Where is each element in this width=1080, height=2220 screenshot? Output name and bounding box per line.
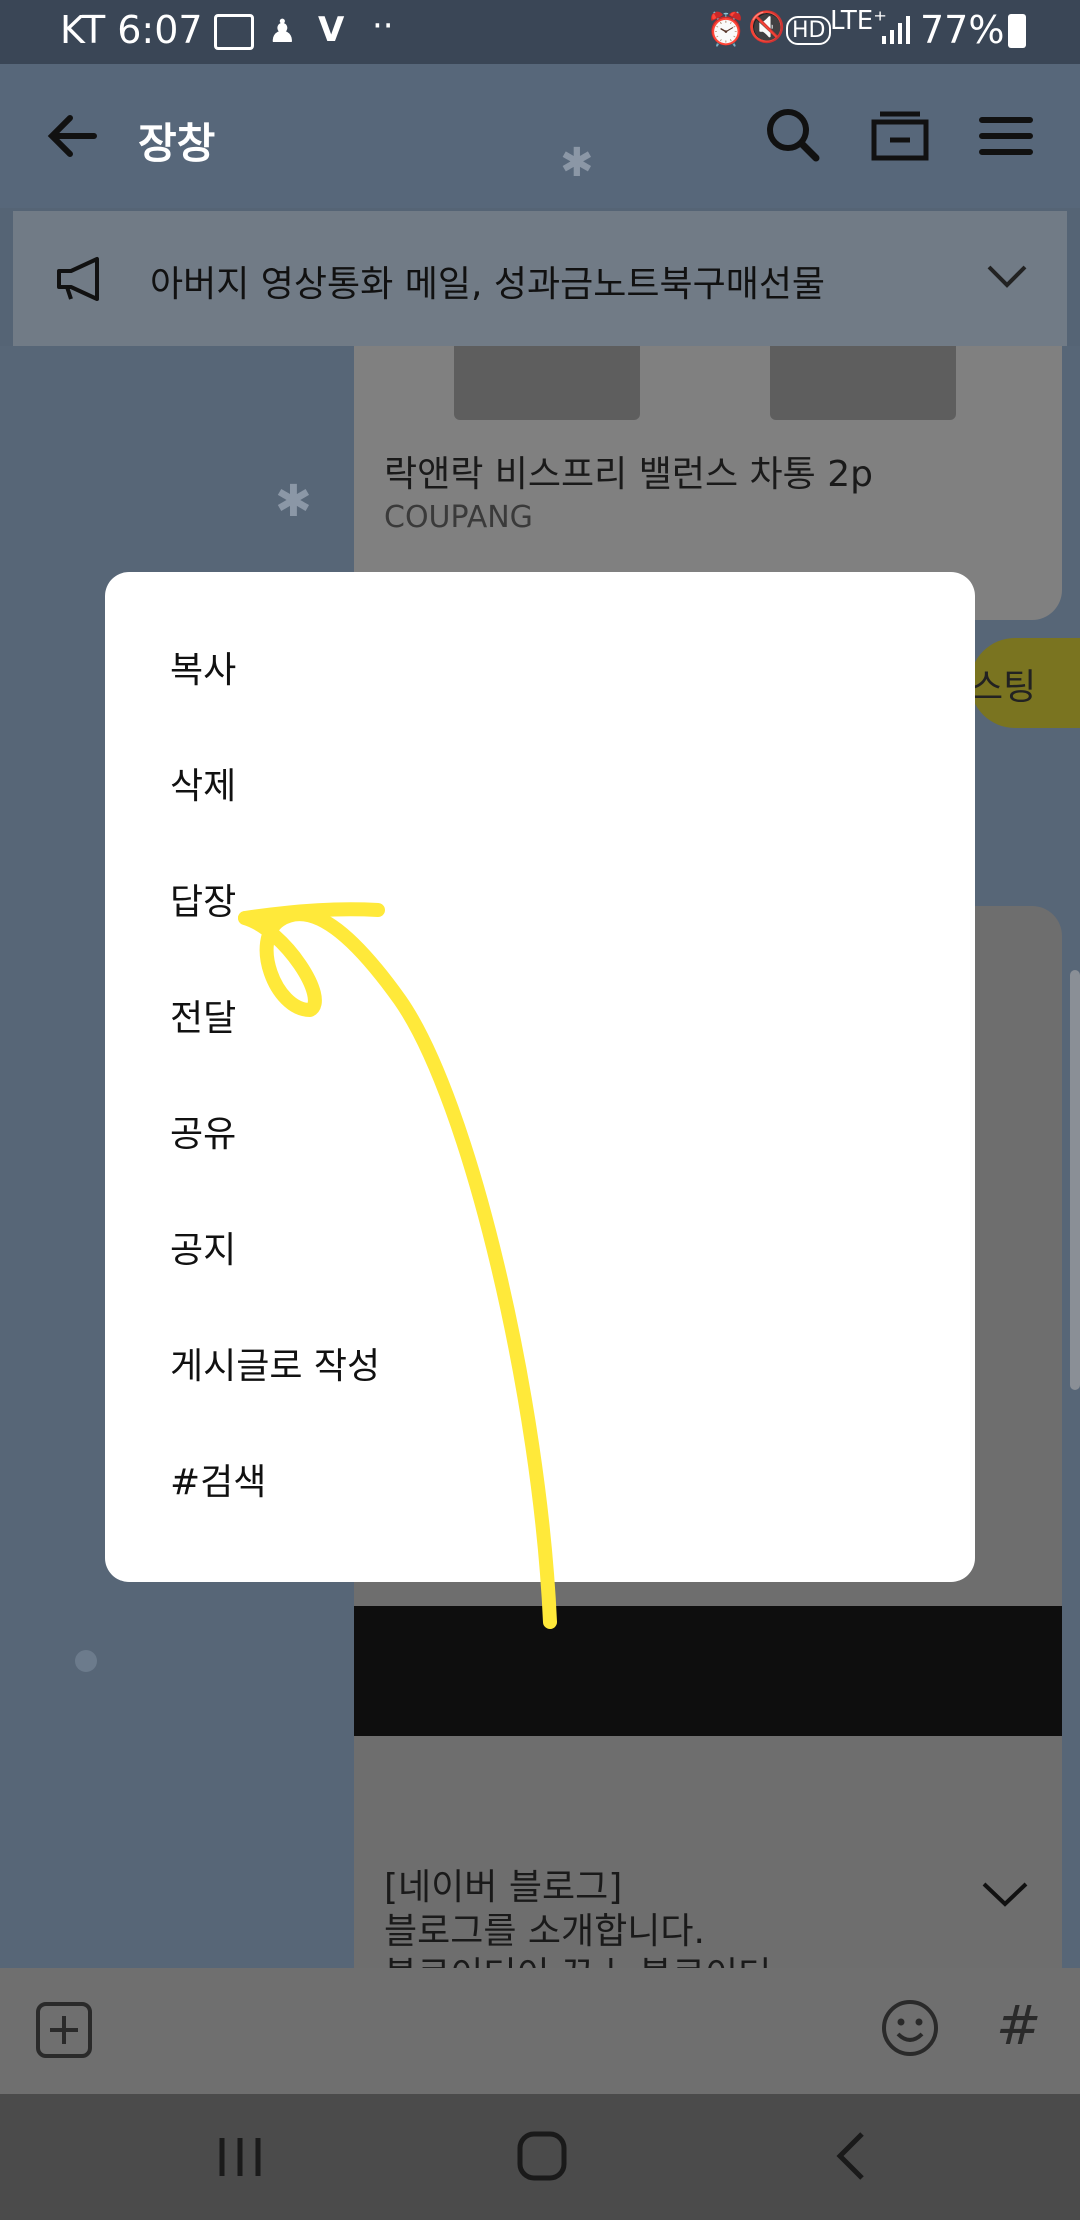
battery-icon: [1008, 14, 1026, 48]
alarm-icon: ⏰: [706, 10, 746, 48]
search-icon: [767, 109, 820, 162]
megaphone-icon: [53, 255, 109, 307]
link-title: 락앤락 비스프리 밸런스 차통 2p: [384, 454, 873, 495]
blog-caption: [네이버 블로그] 블로그를 소개합니다. 블로이더이 꾸ㅣ 블로이더: [384, 1866, 771, 1974]
hd-badge: HD: [786, 16, 832, 45]
emoticon-button[interactable]: [880, 1998, 940, 2062]
message-context-menu: 복사 삭제 답장 전달 공유 공지 게시글로 작성 #검색: [105, 572, 975, 1582]
blog-photo: [354, 1606, 1062, 1736]
notice-banner[interactable]: 아버지 영상통화 메일, 성과금노트북구매선물: [13, 211, 1067, 346]
menu-item-forward[interactable]: 전달: [170, 964, 870, 1074]
message-text: 스팅: [970, 667, 1037, 708]
carrier-time: KT 6:07: [60, 8, 203, 52]
menu-item-share[interactable]: 공유: [170, 1080, 870, 1190]
back-chevron-icon: [836, 2132, 864, 2180]
message-input-bar: #: [0, 1968, 1080, 2094]
snow-dot-decor: [75, 1650, 97, 1672]
drawer-button[interactable]: [860, 96, 940, 176]
mute-icon: 🔇: [748, 10, 786, 45]
system-nav-bar: [0, 2094, 1080, 2220]
snowflake-decor-icon: ✱: [560, 140, 594, 186]
chat-title: 장창: [138, 119, 216, 168]
menu-item-post[interactable]: 게시글로 작성: [170, 1312, 870, 1422]
menu-item-copy[interactable]: 복사: [170, 616, 870, 726]
scrollbar[interactable]: [1070, 970, 1080, 1390]
v-app-notification-icon: V: [318, 10, 345, 50]
expand-button[interactable]: [980, 1880, 1030, 1914]
chevron-down-icon: [987, 265, 1027, 288]
snowflake-decor-icon: ✱: [275, 476, 312, 527]
signal-icon: [880, 14, 912, 50]
notice-expand-button[interactable]: [985, 263, 1029, 293]
image-notification-icon: [214, 14, 254, 50]
hashtag-search-button[interactable]: #: [996, 1994, 1041, 2057]
menu-item-delete[interactable]: 삭제: [170, 732, 870, 842]
emoji-icon: [882, 2000, 938, 2056]
home-icon: [517, 2131, 567, 2181]
recent-apps-button[interactable]: [210, 2132, 270, 2186]
attach-button[interactable]: [34, 2000, 94, 2064]
network-type: LTE⁺: [830, 6, 887, 36]
link-source: COUPANG: [384, 500, 533, 535]
home-button[interactable]: [514, 2128, 570, 2188]
back-arrow-icon: [47, 115, 97, 157]
blog-caption-line2: 블로그를 소개합니다.: [384, 1911, 705, 1952]
battery-percent: 77%: [920, 8, 1005, 52]
search-button[interactable]: [754, 96, 834, 176]
back-nav-button[interactable]: [824, 2128, 880, 2188]
recent-apps-icon: [219, 2138, 261, 2176]
drawer-icon: [871, 111, 929, 161]
menu-item-notice[interactable]: 공지: [170, 1196, 870, 1306]
chevron-down-icon: [982, 1882, 1028, 1907]
chat-header: 장창: [0, 64, 1080, 208]
blog-caption-line1: [네이버 블로그]: [384, 1867, 623, 1908]
notice-text: 아버지 영상통화 메일, 성과금노트북구매선물: [150, 264, 826, 305]
my-message-bubble[interactable]: 스팅: [970, 638, 1080, 728]
status-bar: KT 6:07 ♟ V ·· ⏰ 🔇 HD LTE⁺ 77%: [0, 0, 1080, 64]
menu-item-hashtag-search[interactable]: #검색: [170, 1428, 870, 1538]
app-notification-icon: ♟: [268, 12, 297, 50]
more-notifications-icon: ··: [372, 6, 394, 46]
back-button[interactable]: [34, 96, 114, 176]
menu-item-reply[interactable]: 답장: [170, 848, 870, 958]
plus-box-icon: [36, 2002, 92, 2058]
hamburger-menu-icon: [979, 117, 1033, 155]
menu-button[interactable]: [966, 96, 1046, 176]
